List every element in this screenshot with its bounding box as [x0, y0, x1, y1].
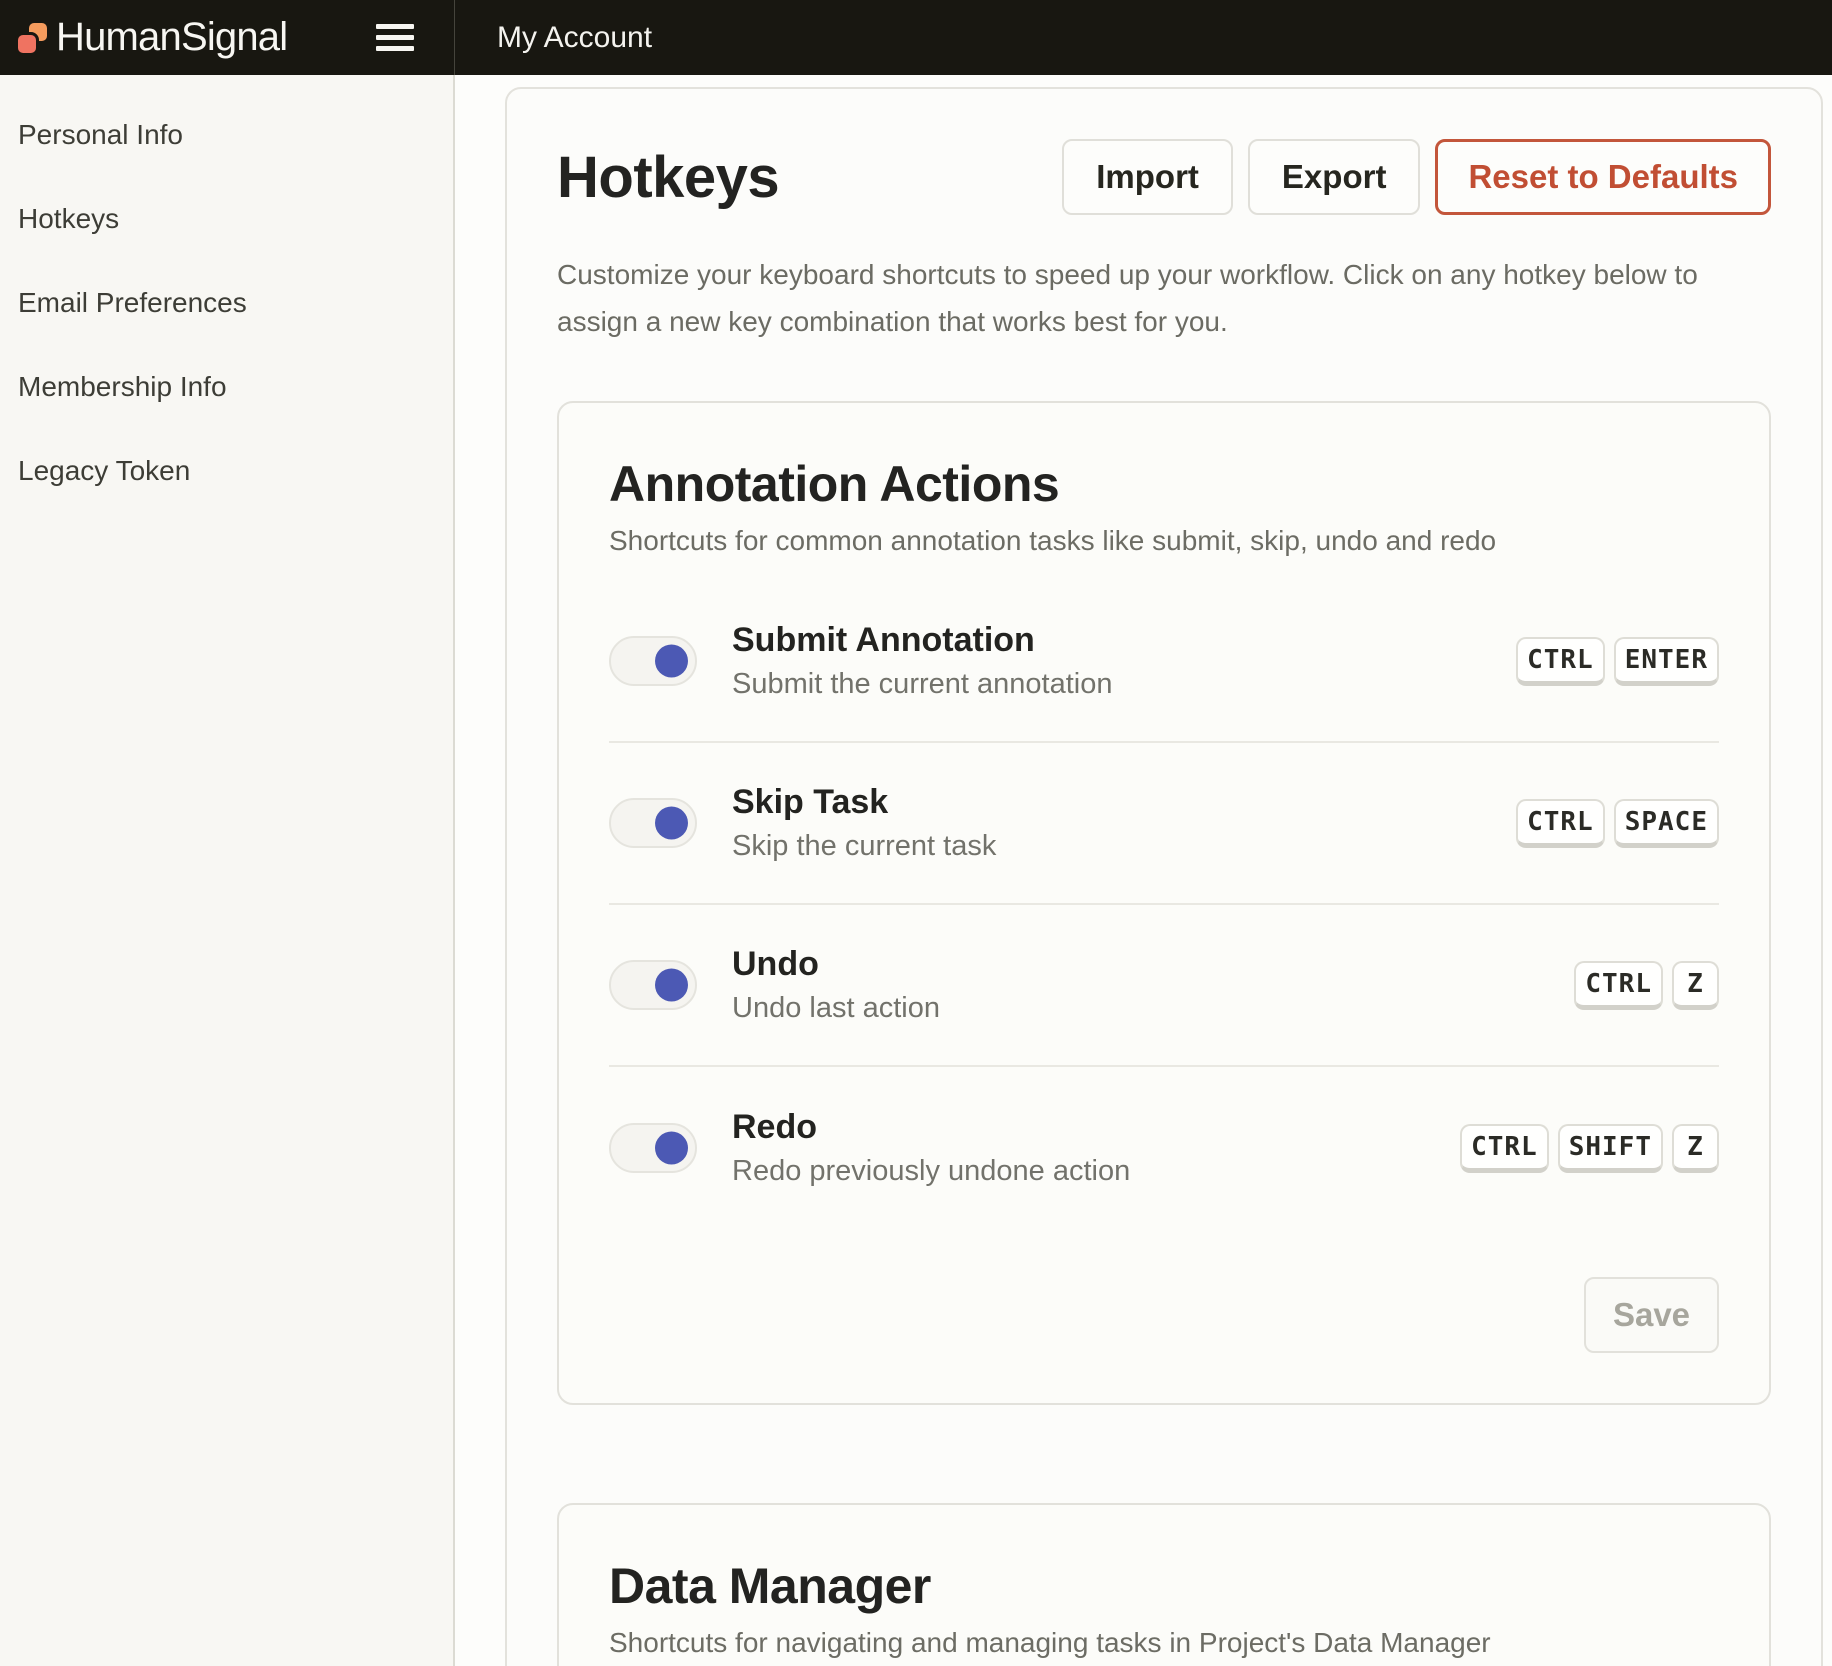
keycap[interactable]: ENTER	[1614, 637, 1719, 686]
hotkey-keys[interactable]: CTRL SPACE	[1516, 799, 1719, 848]
section-title: Annotation Actions	[609, 455, 1719, 513]
page-title: Hotkeys	[557, 144, 1062, 211]
reset-to-defaults-button[interactable]: Reset to Defaults	[1435, 139, 1771, 215]
hotkey-row: Submit Annotation Submit the current ann…	[609, 581, 1719, 743]
hotkey-toggle[interactable]	[609, 636, 697, 686]
keycap[interactable]: Z	[1672, 961, 1719, 1010]
annotation-actions-card: Annotation Actions Shortcuts for common …	[557, 401, 1771, 1405]
hotkey-description: Submit the current annotation	[732, 668, 1516, 701]
hotkeys-header: Hotkeys Import Export Reset to Defaults	[557, 139, 1771, 215]
hotkey-toggle[interactable]	[609, 960, 697, 1010]
keycap[interactable]: CTRL	[1516, 637, 1605, 686]
brand-logo[interactable]: HumanSignal	[18, 15, 287, 60]
hamburger-menu-icon[interactable]	[376, 24, 414, 51]
save-button[interactable]: Save	[1584, 1277, 1719, 1353]
hotkey-description: Skip the current task	[732, 830, 1516, 863]
keycap[interactable]: SHIFT	[1558, 1124, 1663, 1173]
hotkey-toggle[interactable]	[609, 798, 697, 848]
sidebar-item[interactable]: Personal Info	[0, 93, 453, 177]
toggle-knob	[655, 1132, 688, 1165]
hotkey-row: Undo Undo last action CTRL Z	[609, 905, 1719, 1067]
section-subtitle: Shortcuts for navigating and managing ta…	[609, 1627, 1719, 1659]
top-bar-sidebar-section: HumanSignal	[0, 0, 455, 75]
import-button[interactable]: Import	[1062, 139, 1233, 215]
hotkey-description: Undo last action	[732, 992, 1574, 1025]
keycap[interactable]: CTRL	[1516, 799, 1605, 848]
sidebar-item[interactable]: Hotkeys	[0, 177, 453, 261]
sidebar-item-label: Personal Info	[18, 119, 183, 151]
hotkeys-description: Customize your keyboard shortcuts to spe…	[557, 251, 1771, 345]
hotkey-rows: Submit Annotation Submit the current ann…	[609, 581, 1719, 1229]
hotkey-title: Skip Task	[732, 783, 1516, 822]
keycap[interactable]: SPACE	[1614, 799, 1719, 848]
hotkey-description: Redo previously undone action	[732, 1155, 1460, 1188]
account-sidebar: Personal Info Hotkeys Email Preferences …	[0, 75, 455, 1666]
hotkey-title: Submit Annotation	[732, 621, 1516, 660]
section-title: Data Manager	[609, 1557, 1719, 1615]
toggle-knob	[655, 645, 688, 678]
toggle-knob	[655, 969, 688, 1002]
sidebar-item-label: Legacy Token	[18, 455, 190, 487]
hotkey-keys[interactable]: CTRL ENTER	[1516, 637, 1719, 686]
sidebar-item[interactable]: Membership Info	[0, 345, 453, 429]
page-header-title: My Account	[455, 0, 652, 75]
hotkey-keys[interactable]: CTRL Z	[1574, 961, 1719, 1010]
keycap[interactable]: CTRL	[1460, 1124, 1549, 1173]
section-subtitle: Shortcuts for common annotation tasks li…	[609, 525, 1719, 557]
sidebar-item[interactable]: Email Preferences	[0, 261, 453, 345]
humansignal-logo-icon	[18, 23, 47, 53]
main-content: Hotkeys Import Export Reset to Defaults …	[455, 75, 1832, 1666]
data-manager-card: Data Manager Shortcuts for navigating an…	[557, 1503, 1771, 1666]
hotkeys-panel: Hotkeys Import Export Reset to Defaults …	[505, 87, 1823, 1666]
sidebar-item-label: Hotkeys	[18, 203, 119, 235]
hotkey-keys[interactable]: CTRL SHIFT Z	[1460, 1124, 1719, 1173]
top-bar: HumanSignal My Account	[0, 0, 1832, 75]
keycap[interactable]: Z	[1672, 1124, 1719, 1173]
toggle-knob	[655, 807, 688, 840]
hotkey-toggle[interactable]	[609, 1123, 697, 1173]
brand-name: HumanSignal	[56, 15, 287, 60]
export-button[interactable]: Export	[1248, 139, 1421, 215]
hotkey-row: Skip Task Skip the current task CTRL SPA…	[609, 743, 1719, 905]
hotkey-title: Undo	[732, 945, 1574, 984]
hotkey-row: Redo Redo previously undone action CTRL …	[609, 1067, 1719, 1229]
hotkey-title: Redo	[732, 1108, 1460, 1147]
sidebar-item-label: Email Preferences	[18, 287, 247, 319]
sidebar-item-label: Membership Info	[18, 371, 227, 403]
keycap[interactable]: CTRL	[1574, 961, 1663, 1010]
sidebar-item[interactable]: Legacy Token	[0, 429, 453, 513]
